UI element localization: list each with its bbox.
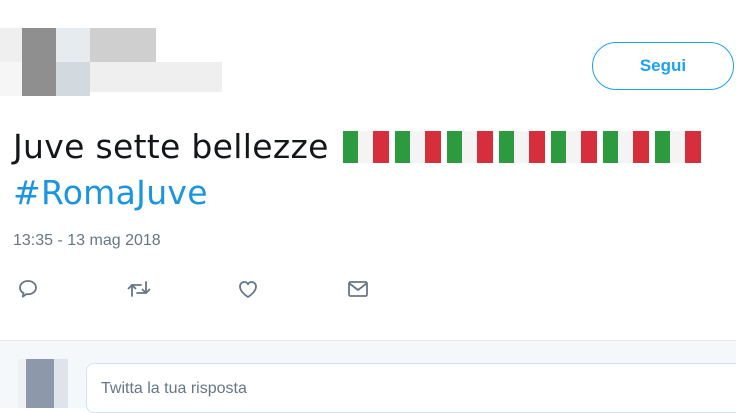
italy-flag-icon xyxy=(498,131,545,163)
tweet-timestamp[interactable]: 13:35 - 13 mag 2018 xyxy=(13,232,161,250)
tweet-text: Juve sette bellezze #RomaJuve xyxy=(13,124,733,216)
reply-input[interactable]: Twitta la tua risposta xyxy=(86,363,736,413)
tweet-actions xyxy=(16,277,396,301)
italy-flag-icon xyxy=(394,131,441,163)
italy-flag-icon xyxy=(654,131,701,163)
italy-flag-icon xyxy=(446,131,493,163)
user-avatar-blurred[interactable] xyxy=(0,28,222,96)
retweet-icon[interactable] xyxy=(126,277,151,301)
reply-area: Twitta la tua risposta xyxy=(0,341,736,413)
italy-flag-icon xyxy=(550,131,597,163)
reply-avatar xyxy=(18,359,68,408)
italy-flag-emojis xyxy=(342,131,707,163)
italy-flag-icon xyxy=(342,131,389,163)
follow-button[interactable]: Segui xyxy=(592,42,734,90)
tweet-body: Juve sette bellezze xyxy=(13,127,329,166)
italy-flag-icon xyxy=(602,131,649,163)
heart-icon[interactable] xyxy=(236,277,260,301)
mail-icon[interactable] xyxy=(346,277,370,301)
reply-icon[interactable] xyxy=(16,277,40,301)
hashtag-link[interactable]: #RomaJuve xyxy=(13,170,733,216)
